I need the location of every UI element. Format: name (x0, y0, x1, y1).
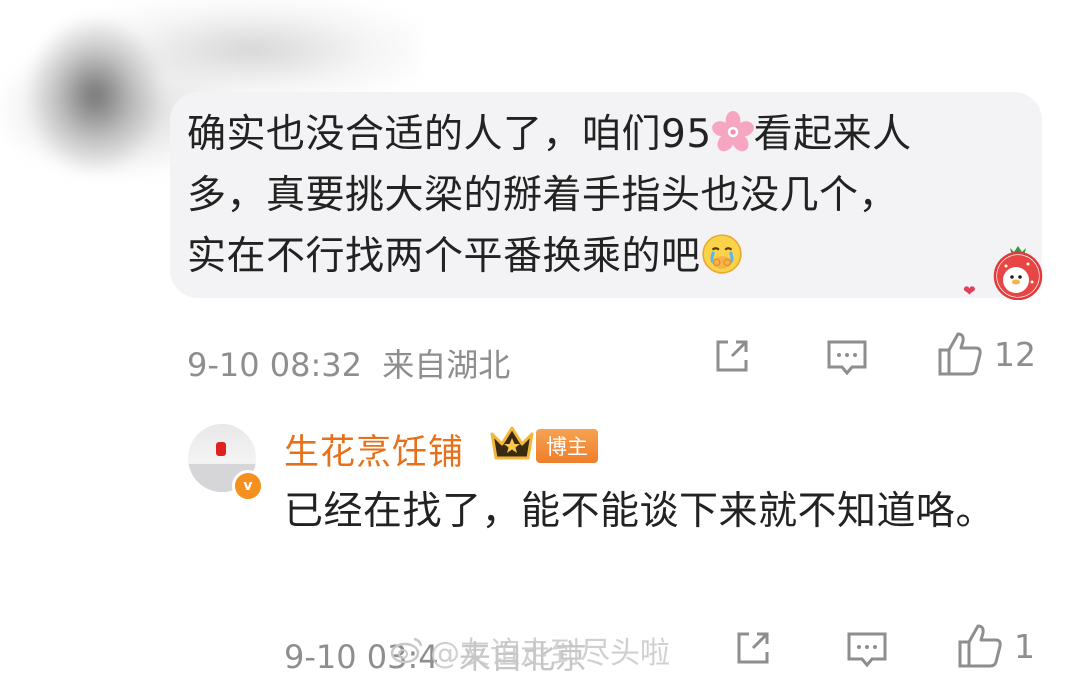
comment-share-button[interactable] (712, 336, 752, 376)
reply-username[interactable]: 生花烹饪铺 (284, 424, 464, 475)
comment-like-button[interactable]: 12 (936, 330, 1036, 378)
comment-icon (847, 632, 887, 668)
watermark-text: @友谊走到尽头啦 (430, 636, 670, 671)
thumbs-up-icon (938, 332, 982, 376)
comment-line-1: 确实也没合适的人了，咱们95 看起来人 (187, 111, 912, 157)
comment-meta: 9-10 08:32 来自湖北 (187, 340, 510, 386)
reply-share-button[interactable] (733, 628, 773, 668)
share-icon (716, 340, 748, 372)
blogger-badge: 博主 (536, 429, 598, 463)
comment-reply-button[interactable] (826, 338, 868, 378)
thumbs-up-icon (958, 624, 1002, 668)
crown-icon (490, 426, 534, 460)
weibo-logo-icon (390, 637, 423, 664)
watermark: @友谊走到尽头啦 (390, 628, 670, 672)
cherry-blossom-icon (711, 111, 754, 152)
heart-icon: ❤ (963, 282, 976, 300)
comment-line-3: 实在不行找两个平番换乘的吧 (187, 226, 1027, 287)
crying-face-icon (701, 234, 742, 274)
strawberry-duck-sticker-icon (993, 246, 1043, 300)
comment-location: 来自湖北 (382, 346, 511, 384)
verified-icon: v (232, 470, 264, 502)
comment-line-2: 多，真要挑大梁的掰着手指头也没几个， (187, 173, 899, 218)
reply-like-button[interactable]: 1 (956, 622, 1035, 670)
comment-like-count: 12 (994, 334, 1036, 374)
comment-timestamp: 9-10 08:32 (187, 346, 363, 384)
share-icon (737, 632, 769, 664)
reply-text: 已经在找了，能不能谈下来就不知道咯。 (284, 489, 996, 534)
reply-comment-button[interactable] (846, 630, 888, 670)
comment-icon (827, 340, 867, 376)
chinese-knot-icon (216, 442, 226, 456)
reply-like-count: 1 (1014, 626, 1035, 666)
comment-text: 确实也没合适的人了，咱们95 看起来人 多，真要挑大梁的掰着手指头也没几个， 实在… (187, 104, 1027, 287)
